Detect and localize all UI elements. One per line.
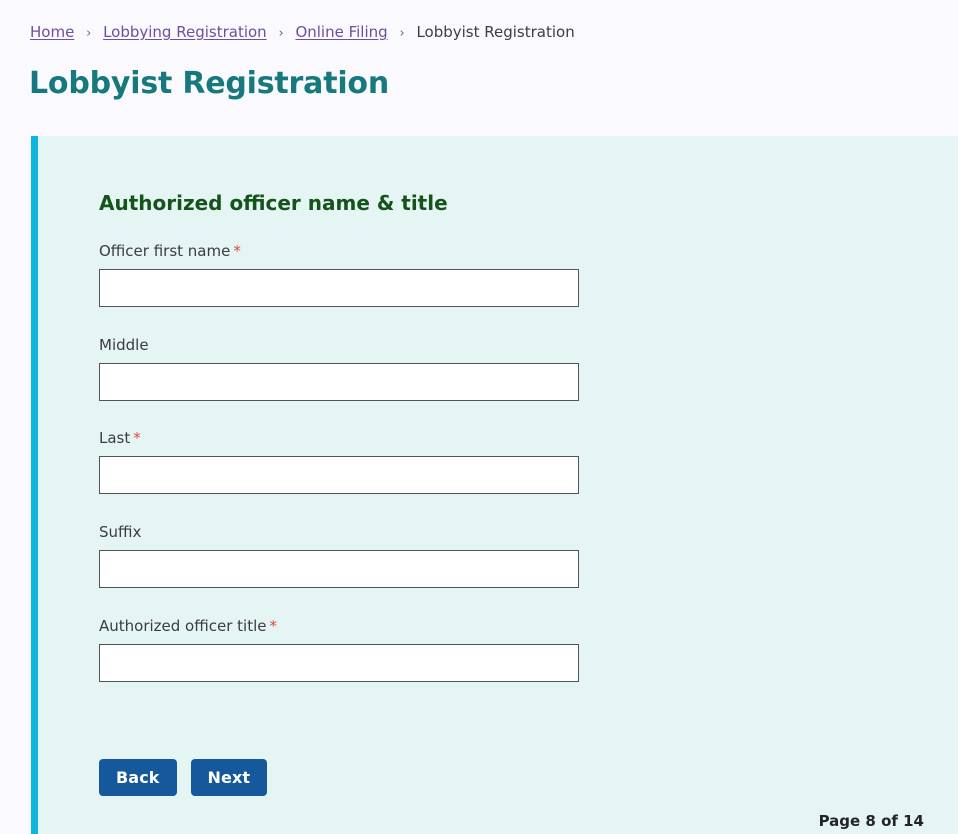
field-middle-name: Middle — [99, 335, 579, 401]
breadcrumb-separator-icon: › — [86, 26, 92, 41]
label-text: Last — [99, 429, 131, 447]
label-suffix: Suffix — [99, 522, 579, 542]
page-root: Home › Lobbying Registration › Online Fi… — [0, 0, 958, 834]
form-button-row: Back Next — [99, 759, 268, 796]
breadcrumb-link-online-filing[interactable]: Online Filing — [295, 23, 387, 41]
label-text: Officer first name — [99, 242, 231, 260]
label-officer-first-name: Officer first name * — [99, 241, 579, 261]
next-button[interactable]: Next — [190, 759, 268, 796]
back-button[interactable]: Back — [99, 759, 177, 796]
label-middle-name: Middle — [99, 335, 579, 355]
breadcrumb: Home › Lobbying Registration › Online Fi… — [30, 21, 575, 45]
form-panel-body: Authorized officer name & title Officer … — [38, 136, 958, 834]
breadcrumb-current: Lobbyist Registration — [416, 23, 575, 41]
field-authorized-officer-title: Authorized officer title * — [99, 616, 579, 682]
input-suffix[interactable] — [99, 550, 579, 588]
breadcrumb-separator-icon: › — [278, 26, 284, 41]
field-last-name: Last * — [99, 428, 579, 494]
breadcrumb-link-home[interactable]: Home — [30, 23, 74, 41]
input-last-name[interactable] — [99, 456, 579, 494]
field-suffix: Suffix — [99, 522, 579, 588]
required-asterisk: * — [233, 242, 241, 260]
input-officer-first-name[interactable] — [99, 269, 579, 307]
breadcrumb-separator-icon: › — [399, 26, 405, 41]
form-panel: Authorized officer name & title Officer … — [31, 136, 958, 834]
input-middle-name[interactable] — [99, 363, 579, 401]
page-counter: Page 8 of 14 — [818, 812, 924, 830]
breadcrumb-link-lobbying-registration[interactable]: Lobbying Registration — [103, 23, 267, 41]
label-text: Middle — [99, 336, 149, 354]
field-officer-first-name: Officer first name * — [99, 241, 579, 307]
input-authorized-officer-title[interactable] — [99, 644, 579, 682]
label-authorized-officer-title: Authorized officer title * — [99, 616, 579, 636]
label-text: Suffix — [99, 523, 142, 541]
label-last-name: Last * — [99, 428, 579, 448]
label-text: Authorized officer title — [99, 617, 267, 635]
required-asterisk: * — [269, 617, 277, 635]
panel-accent-bar — [31, 136, 38, 834]
page-title: Lobbyist Registration — [29, 66, 389, 101]
section-title: Authorized officer name & title — [99, 191, 448, 215]
required-asterisk: * — [133, 429, 141, 447]
